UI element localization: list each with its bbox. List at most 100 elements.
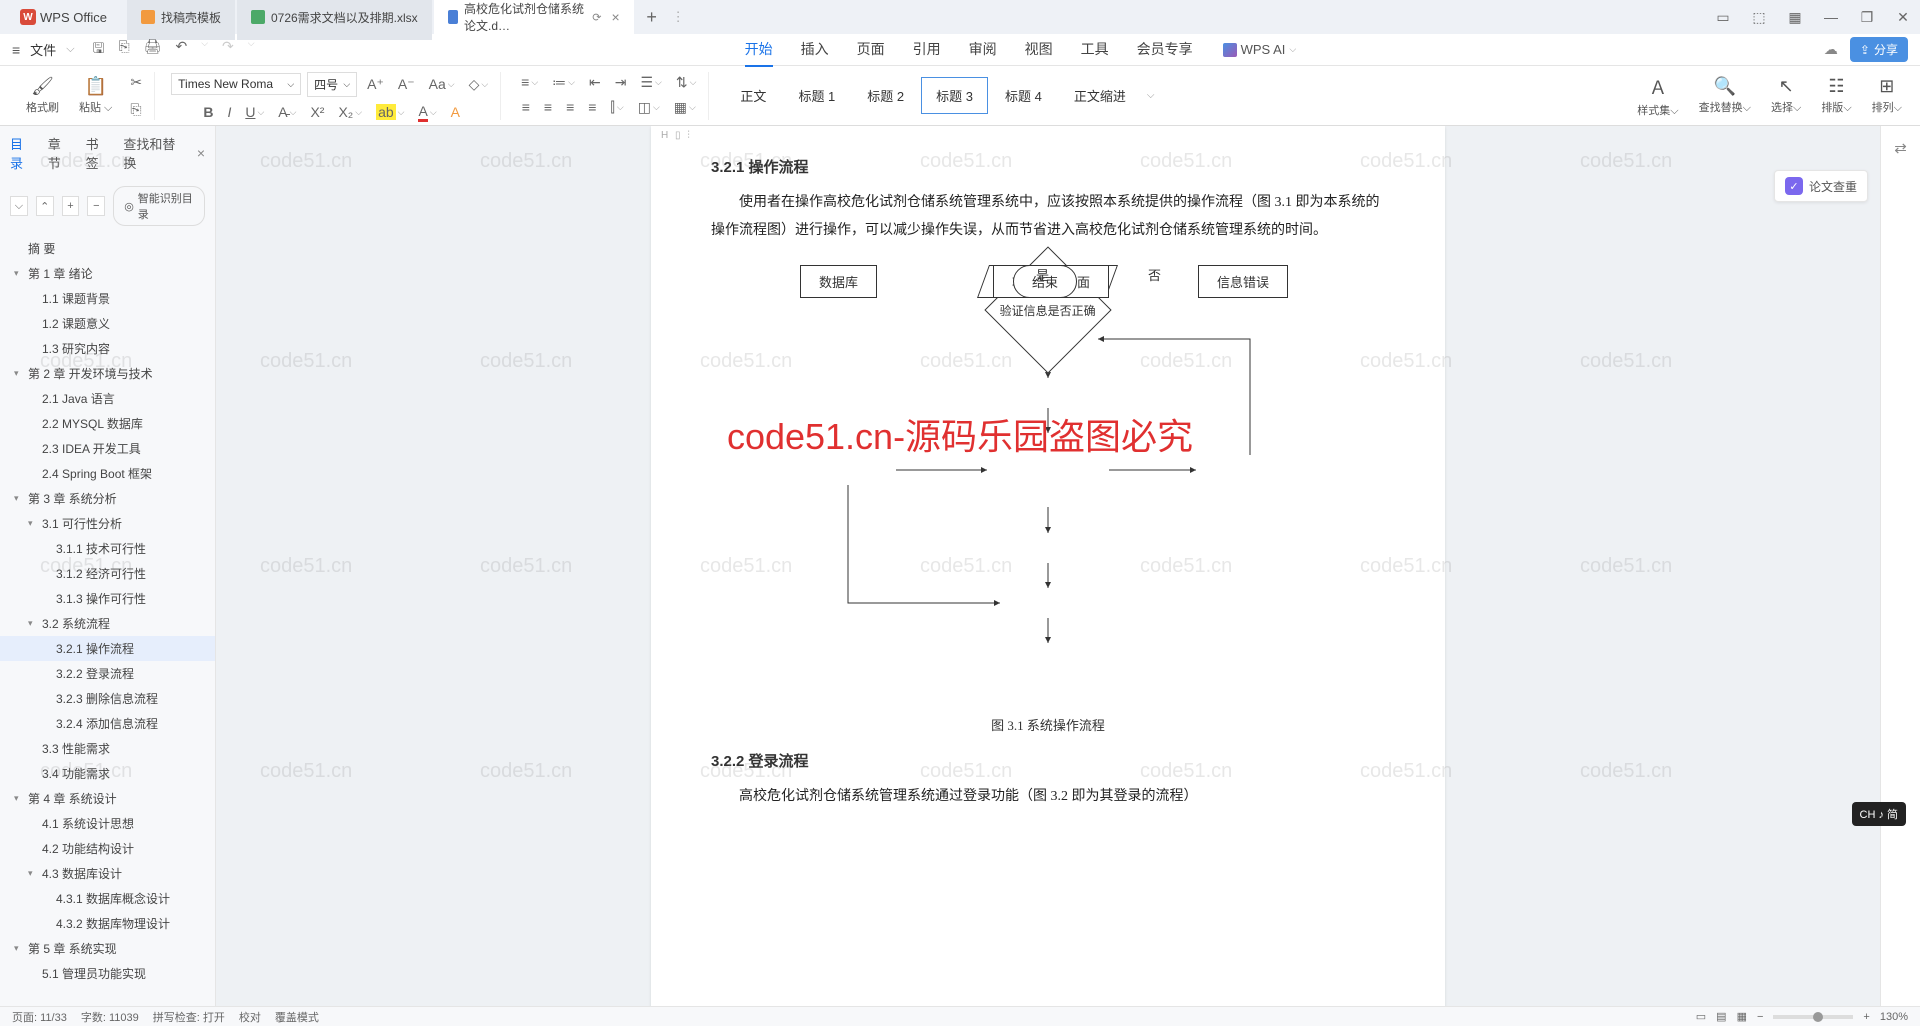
view-web-icon[interactable]: ▦ bbox=[1737, 1010, 1747, 1023]
close-window-icon[interactable]: ✕ bbox=[1894, 9, 1912, 26]
undo-dropdown-icon[interactable]: ⌵ bbox=[201, 38, 208, 62]
outline-item[interactable]: 摘 要 bbox=[0, 236, 215, 261]
arrange-button[interactable]: ☷排版⌵ bbox=[1815, 72, 1857, 120]
font-color-button[interactable]: A⌵ bbox=[414, 101, 440, 124]
select-button[interactable]: ↖选择⌵ bbox=[1765, 72, 1807, 120]
tab-member[interactable]: 会员专享 bbox=[1137, 33, 1193, 67]
align-right-button[interactable]: ≡ bbox=[562, 97, 578, 117]
outline-item[interactable]: 3.1.2 经济可行性 bbox=[0, 561, 215, 586]
highlight-button[interactable]: ab⌵ bbox=[372, 102, 408, 122]
view-layout-icon[interactable]: ▭ bbox=[1696, 1010, 1706, 1023]
outline-item[interactable]: 3.1.3 操作可行性 bbox=[0, 586, 215, 611]
status-page[interactable]: 页面: 11/33 bbox=[12, 1009, 67, 1025]
style-h2[interactable]: 标题 2 bbox=[852, 77, 919, 114]
subscript-button[interactable]: X₂⌵ bbox=[334, 102, 366, 122]
style-h4[interactable]: 标题 4 bbox=[990, 77, 1057, 114]
style-body[interactable]: 正文 bbox=[725, 77, 781, 114]
file-dropdown-icon[interactable]: ⌵ bbox=[66, 43, 74, 56]
style-indent[interactable]: 正文缩进 bbox=[1059, 77, 1141, 114]
outline-item[interactable]: ▾第 5 章 系统实现 bbox=[0, 936, 215, 961]
align-center-button[interactable]: ≡ bbox=[540, 97, 556, 117]
hamburger-icon[interactable]: ≡ bbox=[12, 42, 20, 58]
outline-item[interactable]: 3.2.4 添加信息流程 bbox=[0, 711, 215, 736]
outline-item[interactable]: 2.1 Java 语言 bbox=[0, 386, 215, 411]
outline-item[interactable]: ▾第 4 章 系统设计 bbox=[0, 786, 215, 811]
indent-button[interactable]: ⇥ bbox=[611, 72, 631, 93]
cloud-icon[interactable]: ☁ bbox=[1824, 41, 1838, 58]
tab-start[interactable]: 开始 bbox=[745, 33, 773, 67]
redo-dropdown-icon[interactable]: ⌵ bbox=[248, 38, 255, 62]
tab-page[interactable]: 页面 bbox=[857, 33, 885, 67]
strike-button[interactable]: A̵⌵ bbox=[274, 102, 300, 122]
sidebar-tab-bookmark[interactable]: 书签 bbox=[86, 134, 110, 172]
tab-insert[interactable]: 插入 bbox=[801, 33, 829, 67]
outline-item[interactable]: 2.2 MYSQL 数据库 bbox=[0, 411, 215, 436]
outline-item[interactable]: 4.3.1 数据库概念设计 bbox=[0, 886, 215, 911]
underline-button[interactable]: U⌵ bbox=[241, 102, 268, 122]
shading-button[interactable]: ◫⌵ bbox=[634, 97, 664, 118]
print-icon[interactable]: ⎘ bbox=[118, 38, 129, 62]
outline-item[interactable]: ▾3.2 系统流程 bbox=[0, 611, 215, 636]
cube-icon[interactable]: ⬚ bbox=[1750, 9, 1768, 26]
outline-item[interactable]: 4.3.2 数据库物理设计 bbox=[0, 911, 215, 936]
font-select[interactable]: Times New Roma⌵ bbox=[171, 73, 301, 95]
font-shade-button[interactable]: A bbox=[447, 102, 464, 122]
tab-reference[interactable]: 引用 bbox=[913, 33, 941, 67]
format-painter-button[interactable]: 🖌格式刷 bbox=[20, 74, 65, 117]
status-mode[interactable]: 覆盖模式 bbox=[275, 1009, 319, 1025]
decrease-font-button[interactable]: A⁻ bbox=[394, 74, 419, 95]
outline-item[interactable]: 1.3 研究内容 bbox=[0, 336, 215, 361]
outline-item[interactable]: ▾第 3 章 系统分析 bbox=[0, 486, 215, 511]
distribute-button[interactable]: ⫿⌵ bbox=[606, 97, 627, 118]
smart-outline-button[interactable]: ◎ 智能识别目录 bbox=[113, 186, 205, 226]
paste-button[interactable]: 📋粘贴 ⌵ bbox=[73, 74, 118, 117]
superscript-button[interactable]: X² bbox=[306, 102, 328, 122]
preview-icon[interactable]: 🖨 bbox=[144, 38, 162, 62]
status-spell[interactable]: 拼写检查: 打开 bbox=[153, 1009, 225, 1025]
zoom-in-icon[interactable]: + bbox=[1863, 1011, 1869, 1023]
find-replace-button[interactable]: 🔍查找替换⌵ bbox=[1693, 72, 1757, 120]
outline-item[interactable]: 4.1 系统设计思想 bbox=[0, 811, 215, 836]
outline-item[interactable]: 2.4 Spring Boot 框架 bbox=[0, 461, 215, 486]
maximize-icon[interactable]: ❐ bbox=[1858, 9, 1876, 26]
zoom-out-icon[interactable]: − bbox=[1757, 1011, 1763, 1023]
bullet-list-button[interactable]: ≡⌵ bbox=[517, 72, 542, 92]
copy-button[interactable]: ⎘ bbox=[126, 99, 146, 120]
tab-tools[interactable]: 工具 bbox=[1081, 33, 1109, 67]
grid-icon[interactable]: ▦ bbox=[1786, 9, 1804, 26]
arrange2-button[interactable]: ⊞排列⌵ bbox=[1866, 72, 1908, 120]
outline-item[interactable]: 3.3 性能需求 bbox=[0, 736, 215, 761]
border-button[interactable]: ▦⌵ bbox=[670, 97, 700, 118]
outline-item[interactable]: 3.2.1 操作流程 bbox=[0, 636, 215, 661]
outline-item[interactable]: 5.1 管理员功能实现 bbox=[0, 961, 215, 986]
outline-item[interactable]: 3.4 功能需求 bbox=[0, 761, 215, 786]
rail-toggle-icon[interactable]: ⇄ bbox=[1889, 136, 1913, 160]
line-spacing-button[interactable]: ⇅⌵ bbox=[672, 72, 701, 93]
window-icon[interactable]: ▭ bbox=[1714, 9, 1732, 26]
tab-view[interactable]: 视图 bbox=[1025, 33, 1053, 67]
size-select[interactable]: 四号⌵ bbox=[307, 72, 357, 97]
sidebar-tab-toc[interactable]: 目录 bbox=[10, 134, 34, 172]
status-proof[interactable]: 校对 bbox=[239, 1009, 261, 1025]
paper-check-button[interactable]: ✓论文查重 bbox=[1774, 170, 1868, 202]
tab-review[interactable]: 审阅 bbox=[969, 33, 997, 67]
sort-button[interactable]: ☰⌵ bbox=[636, 72, 665, 93]
tab-xlsx[interactable]: 0726需求文档以及排期.xlsx bbox=[237, 0, 432, 40]
outline-item[interactable]: 3.1.1 技术可行性 bbox=[0, 536, 215, 561]
increase-font-button[interactable]: A⁺ bbox=[363, 74, 388, 95]
outline-item[interactable]: 3.2.2 登录流程 bbox=[0, 661, 215, 686]
clear-format-button[interactable]: ◇⌵ bbox=[465, 74, 493, 95]
italic-button[interactable]: I bbox=[223, 102, 235, 122]
add-button[interactable]: + bbox=[62, 196, 80, 216]
outline-item[interactable]: 1.1 课题背景 bbox=[0, 286, 215, 311]
status-words[interactable]: 字数: 11039 bbox=[81, 1009, 139, 1025]
outline-item[interactable]: ▾第 2 章 开发环境与技术 bbox=[0, 361, 215, 386]
sidebar-tab-find[interactable]: 查找和替换 bbox=[123, 134, 182, 172]
outline-item[interactable]: ▾3.1 可行性分析 bbox=[0, 511, 215, 536]
share-button[interactable]: ⇪ 分享 bbox=[1850, 37, 1908, 62]
file-menu[interactable]: 文件 bbox=[30, 40, 56, 59]
document-area[interactable]: H ▯ ⫶ 3.2.1 操作流程 使用者在操作高校危化试剂仓储系统管理系统中，应… bbox=[216, 126, 1880, 1006]
collapse-button[interactable]: ⌵ bbox=[10, 196, 28, 216]
outline-item[interactable]: 1.2 课题意义 bbox=[0, 311, 215, 336]
tab-doc-active[interactable]: 高校危化试剂仓储系统论文.d…⟳× bbox=[434, 0, 634, 40]
